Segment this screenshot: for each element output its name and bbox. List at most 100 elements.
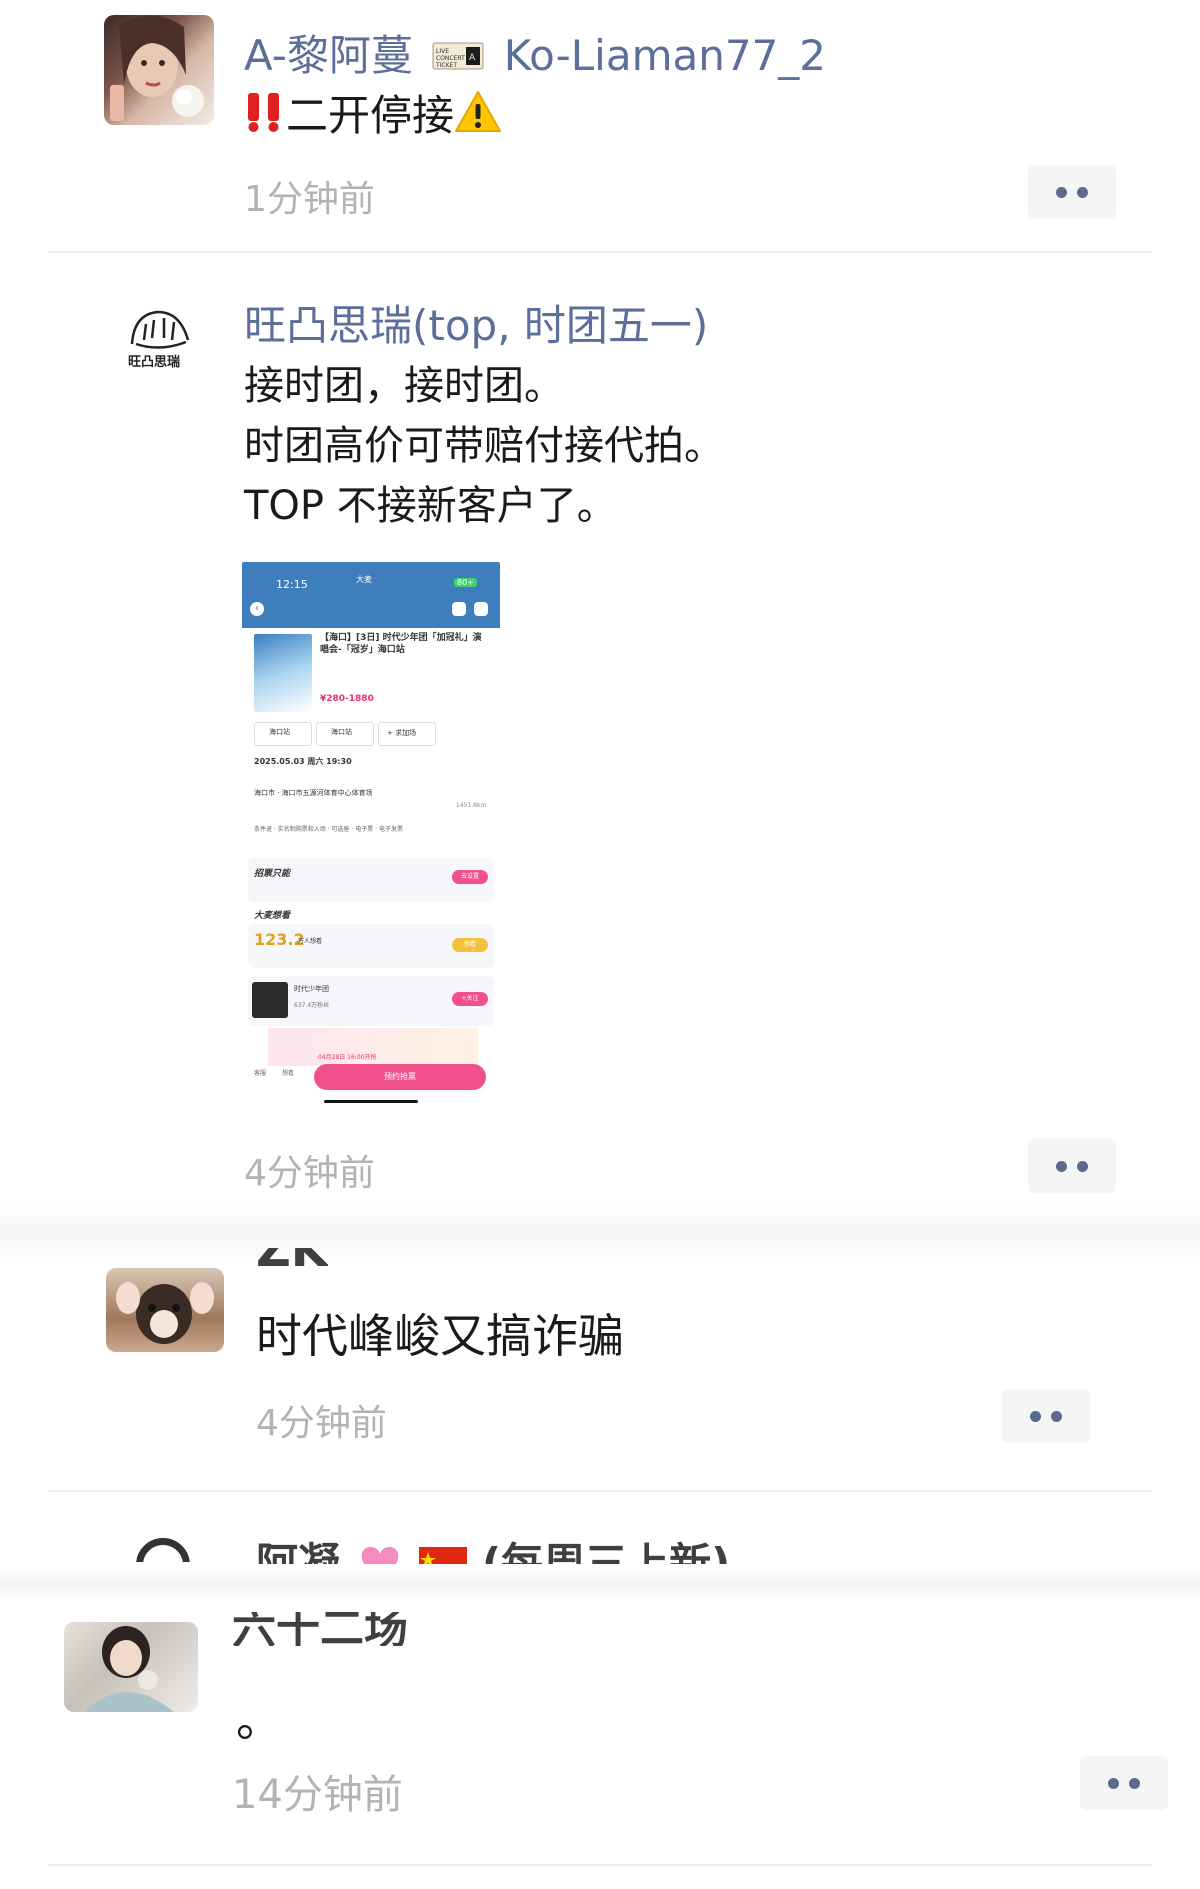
follow-button[interactable]: +关注 bbox=[452, 992, 488, 1006]
distance: 1451.8km bbox=[456, 802, 487, 809]
section-title: 大麦想看 bbox=[254, 911, 291, 921]
svg-text:CONCERT: CONCERT bbox=[436, 55, 465, 62]
china-flag-icon bbox=[419, 1542, 468, 1564]
dot-icon bbox=[1077, 1160, 1088, 1172]
svg-text:TICKET: TICKET bbox=[435, 62, 457, 69]
avatar[interactable]: 旺凸思瑞 bbox=[120, 300, 200, 380]
double-exclamation-icon bbox=[244, 89, 286, 149]
station-tab-2[interactable]: 海口站 bbox=[316, 722, 374, 746]
status-time: 12:15 bbox=[276, 578, 308, 591]
dot-icon bbox=[1077, 186, 1088, 198]
dot-icon bbox=[1030, 1410, 1041, 1422]
comment-author-name[interactable]: A-黎阿蔓 LIVE CONCERT TICKET A Ko-Liaman77_2 bbox=[244, 22, 826, 83]
avatar-portrait-image bbox=[110, 15, 204, 121]
image-overlap-band bbox=[0, 1566, 1200, 1602]
avatar[interactable] bbox=[64, 1622, 198, 1712]
ticket-reminder-card[interactable]: 招票只能 去设置 bbox=[248, 858, 494, 902]
divider bbox=[48, 251, 1152, 253]
countdown-date: 04月28日 16:00开抢 bbox=[318, 1054, 377, 1061]
svg-text:LIVE: LIVE bbox=[436, 48, 449, 55]
station-label: 海口站 bbox=[331, 728, 352, 736]
more-options-button[interactable] bbox=[1028, 165, 1116, 219]
tag: 条件退 bbox=[254, 826, 273, 833]
home-indicator bbox=[324, 1100, 418, 1103]
price: ¥280-1880 bbox=[320, 694, 374, 704]
comment-body: 二开停接 bbox=[286, 91, 455, 140]
author-name-partial: ZK bbox=[256, 1248, 328, 1278]
tag: 可选座 bbox=[331, 826, 350, 833]
clipped-avatar bbox=[136, 1538, 190, 1562]
back-icon[interactable]: ‹ bbox=[250, 602, 264, 616]
avatar-caption: 旺凸思瑞 bbox=[128, 354, 180, 370]
dot-icon bbox=[1108, 1777, 1119, 1789]
clipped-author-name[interactable]: 六十二场 bbox=[232, 1612, 408, 1646]
add-station-button[interactable]: + 求加场 bbox=[378, 722, 436, 746]
event-title: 【海口】[3日] 时代少年团「加冠礼」演唱会-「冠岁」海口站 bbox=[320, 633, 482, 655]
author-name-tail: (每周三上新) bbox=[481, 1539, 731, 1564]
comment-line: 接时团，接时团。 bbox=[244, 363, 564, 409]
station-tab-1[interactable]: 海口站 bbox=[254, 722, 312, 746]
divider bbox=[48, 1490, 1152, 1492]
hands-logo-image: 旺凸思瑞 bbox=[128, 310, 190, 370]
comment-text: 时代峰峻又搞诈骗 bbox=[256, 1309, 624, 1363]
section-title: 招票只能 bbox=[254, 869, 291, 879]
comment-time: 4分钟前 bbox=[244, 1153, 375, 1194]
event-poster bbox=[254, 634, 312, 712]
avatar[interactable] bbox=[104, 15, 214, 125]
divider bbox=[48, 1864, 1152, 1866]
artist-card[interactable]: 时代少年团 637.4万粉丝 +关注 bbox=[248, 976, 494, 1026]
clipped-author-name[interactable]: ZK bbox=[256, 1248, 328, 1278]
avatar[interactable] bbox=[106, 1268, 224, 1352]
battery-badge: 80+ bbox=[454, 578, 477, 587]
comment-line: TOP 不接新客户了。 bbox=[244, 483, 617, 529]
image-overlap-band bbox=[0, 1205, 1200, 1265]
comment-text: 。 bbox=[236, 1693, 282, 1747]
girl-photo-image bbox=[84, 1626, 174, 1712]
share-icon[interactable] bbox=[452, 602, 466, 616]
status-center: 大麦 bbox=[356, 575, 372, 584]
favorite-icon[interactable] bbox=[474, 602, 488, 616]
attached-image[interactable]: 12:15 大麦 80+ ‹ 【海口】[3日] 时代少年团「加冠礼」演唱会-「冠… bbox=[242, 562, 500, 1110]
countdown-banner: 04月28日 16:00开抢 bbox=[268, 1028, 478, 1066]
service-label[interactable]: 客服 bbox=[254, 1068, 266, 1077]
dot-icon bbox=[1056, 1160, 1067, 1172]
want-unit: 万人想看 bbox=[298, 938, 323, 945]
author-name-partial: 阿凝 bbox=[256, 1539, 341, 1564]
author-name-partial: 六十二场 bbox=[232, 1612, 408, 1646]
venue: 海口市 · 海口市五源河体育中心体育场 bbox=[254, 789, 373, 797]
concert-ticket-icon: LIVE CONCERT TICKET A bbox=[432, 34, 484, 83]
comment-text: 接时团，接时团。 时团高价可带赔付接代拍。 TOP 不接新客户了。 bbox=[244, 356, 1144, 536]
reserve-ticket-button[interactable]: 预约抢票 bbox=[314, 1064, 486, 1090]
setup-button[interactable]: 去设置 bbox=[452, 870, 488, 884]
want-label[interactable]: 想看 bbox=[282, 1068, 294, 1077]
more-options-button[interactable] bbox=[1080, 1756, 1168, 1810]
event-date: 2025.05.03 周六 19:30 bbox=[254, 757, 352, 766]
more-options-button[interactable] bbox=[1028, 1139, 1116, 1193]
author-name-suffix: Ko-Liaman77_2 bbox=[503, 31, 827, 80]
tag: 实名制购票和入场 bbox=[277, 826, 326, 833]
comment-time: 1分钟前 bbox=[244, 179, 375, 220]
comment-text: 二开停接 bbox=[244, 86, 502, 149]
station-label: 海口站 bbox=[269, 728, 290, 736]
artist-fans: 637.4万粉丝 bbox=[294, 1002, 330, 1009]
comment-author-name[interactable]: 旺凸思瑞(top, 时团五一) bbox=[244, 292, 708, 353]
dot-icon bbox=[1056, 186, 1067, 198]
tag: 电子票 bbox=[355, 826, 374, 833]
artist-name: 时代少年团 bbox=[294, 985, 329, 993]
heart-icon bbox=[355, 1542, 405, 1564]
artist-image bbox=[252, 982, 288, 1018]
svg-text:A: A bbox=[469, 53, 476, 63]
dot-icon bbox=[1129, 1777, 1140, 1789]
dot-icon bbox=[1051, 1410, 1062, 1422]
add-station-label: + 求加场 bbox=[387, 729, 417, 737]
tags-row: 条件退 · 实名制购票和入场 · 可选座 · 电子票 · 电子发票 bbox=[254, 826, 404, 833]
more-options-button[interactable] bbox=[1002, 1389, 1090, 1443]
tag: 电子发票 bbox=[379, 826, 404, 833]
warning-icon bbox=[454, 89, 502, 149]
comment-line: 时团高价可带赔付接代拍。 bbox=[244, 423, 724, 469]
want-button[interactable]: 想看 bbox=[452, 938, 488, 952]
clipped-author-name[interactable]: 阿凝 (每周三上新) bbox=[256, 1530, 730, 1564]
want-to-see-card[interactable]: 123.2 万人想看 想看 bbox=[248, 924, 494, 968]
app-header bbox=[242, 562, 500, 628]
comment-time: 4分钟前 bbox=[256, 1403, 387, 1444]
